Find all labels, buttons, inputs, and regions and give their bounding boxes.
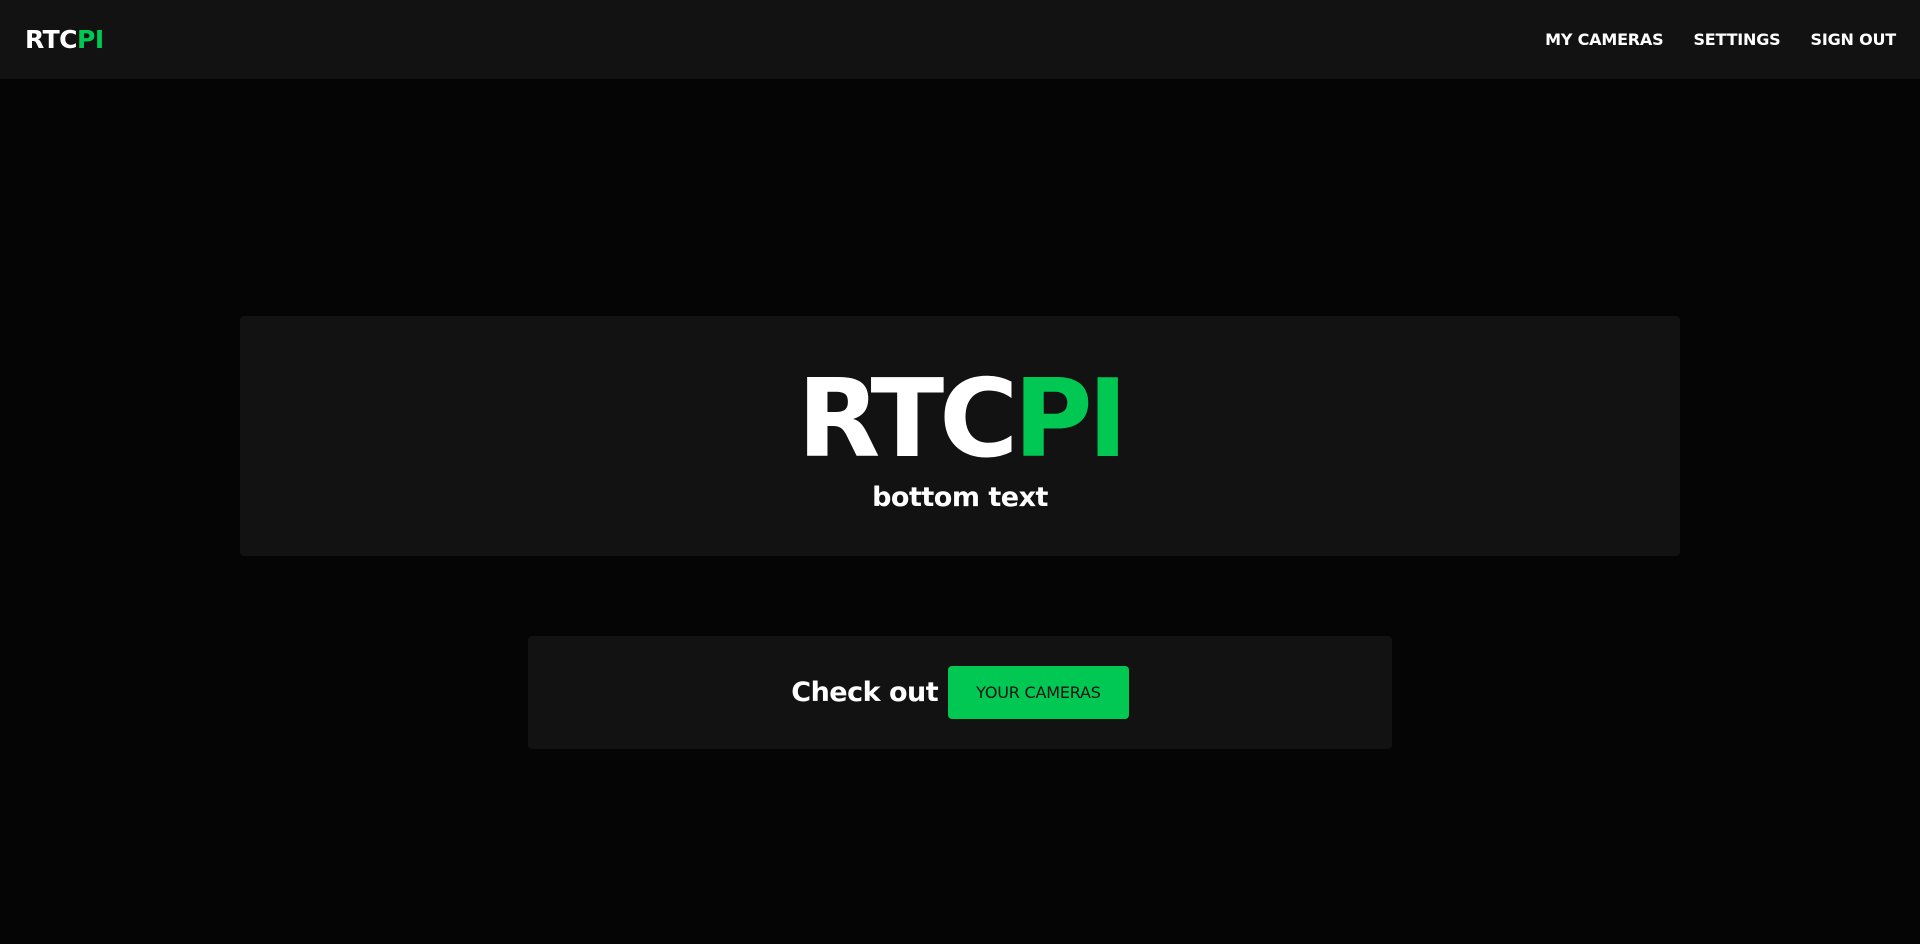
top-navbar: RTCPI MY CAMERAS SETTINGS SIGN OUT bbox=[0, 0, 1920, 79]
cta-text: Check out bbox=[791, 677, 939, 708]
brand-logo-link[interactable]: RTCPI bbox=[25, 25, 104, 54]
hero-title-accent: PI bbox=[1013, 356, 1127, 482]
hero-title-primary: RTC bbox=[797, 356, 1018, 482]
nav-links: MY CAMERAS SETTINGS SIGN OUT bbox=[1545, 30, 1896, 49]
hero-card: RTCPI bottom text bbox=[240, 316, 1680, 556]
nav-link-sign-out[interactable]: SIGN OUT bbox=[1811, 30, 1897, 49]
nav-link-settings[interactable]: SETTINGS bbox=[1693, 30, 1780, 49]
your-cameras-button[interactable]: YOUR CAMERAS bbox=[948, 666, 1129, 719]
brand-logo-primary: RTC bbox=[25, 25, 78, 54]
brand-logo-accent: PI bbox=[77, 25, 104, 54]
hero-title: RTCPI bbox=[797, 365, 1128, 474]
hero-subtitle: bottom text bbox=[872, 481, 1048, 513]
cta-card: Check out YOUR CAMERAS bbox=[528, 636, 1392, 749]
nav-link-my-cameras[interactable]: MY CAMERAS bbox=[1545, 30, 1663, 49]
